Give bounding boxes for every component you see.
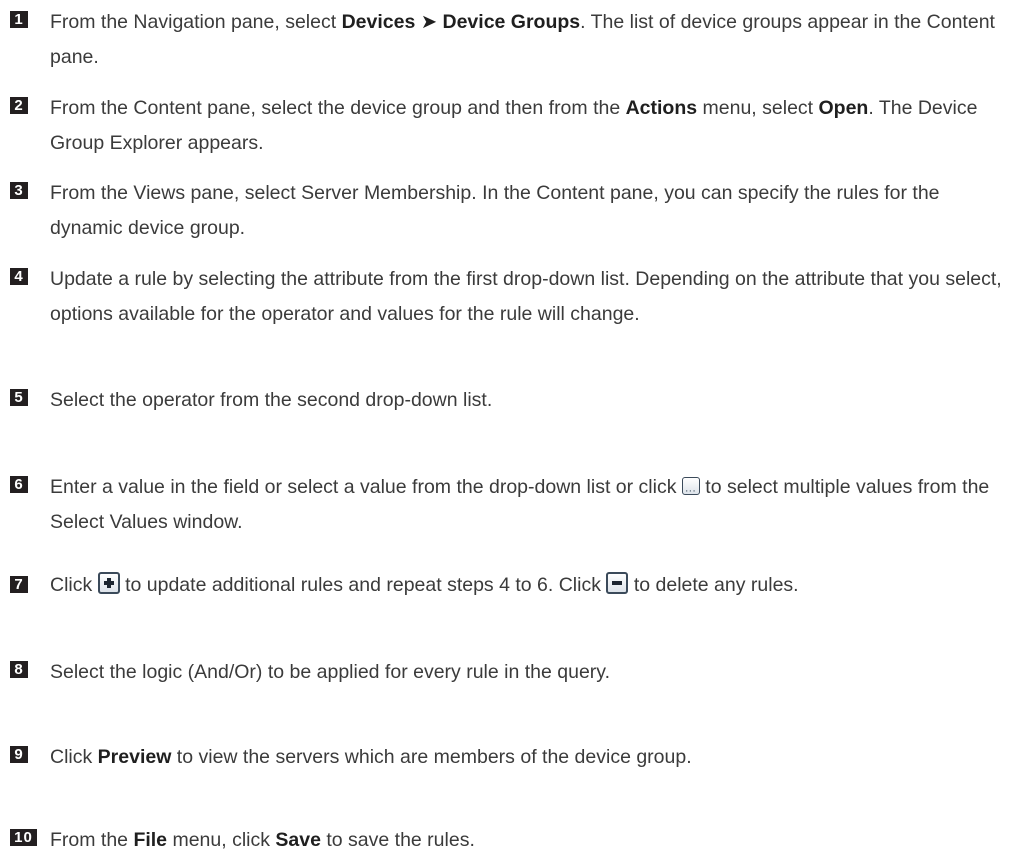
step-text: Click Preview to view the servers which … xyxy=(50,746,692,768)
step-number: 3 xyxy=(10,182,28,199)
menu-device-groups: Device Groups xyxy=(442,11,581,33)
step-text: Enter a value in the field or select a v… xyxy=(50,470,1015,540)
step-text: Update a rule by selecting the attribute… xyxy=(50,268,1002,325)
step-number: 5 xyxy=(10,389,28,406)
step-text: Select the logic (And/Or) to be applied … xyxy=(50,661,611,683)
step-number: 8 xyxy=(10,661,28,678)
step-number: 7 xyxy=(10,576,28,593)
delete-rule-minus-icon xyxy=(606,572,629,594)
step-text: Select the operator from the second drop… xyxy=(50,389,493,411)
add-rule-plus-icon xyxy=(97,572,120,594)
menu-arrow: ➤ xyxy=(420,11,438,33)
ellipsis-button-icon xyxy=(681,474,700,509)
step-number: 10 xyxy=(10,829,37,846)
step-number: 6 xyxy=(10,476,28,493)
preview-label: Preview xyxy=(97,746,172,768)
menu-file: File xyxy=(133,829,168,851)
menu-save: Save xyxy=(275,829,321,851)
step-text: From the Content pane, select the device… xyxy=(50,97,978,154)
step-text: Click to update additional rules and rep… xyxy=(50,572,799,596)
step-text: From the Views pane, select Server Membe… xyxy=(50,182,940,239)
menu-actions: Actions xyxy=(625,97,698,119)
step-number: 2 xyxy=(10,97,28,114)
menu-open: Open xyxy=(818,97,869,119)
menu-devices: Devices xyxy=(341,11,416,33)
step-number: 4 xyxy=(10,268,28,285)
step-text: From the File menu, click Save to save t… xyxy=(50,829,475,851)
step-text: From the Navigation pane, select Devices… xyxy=(50,11,995,68)
step-number: 1 xyxy=(10,11,28,28)
step-number: 9 xyxy=(10,746,28,763)
